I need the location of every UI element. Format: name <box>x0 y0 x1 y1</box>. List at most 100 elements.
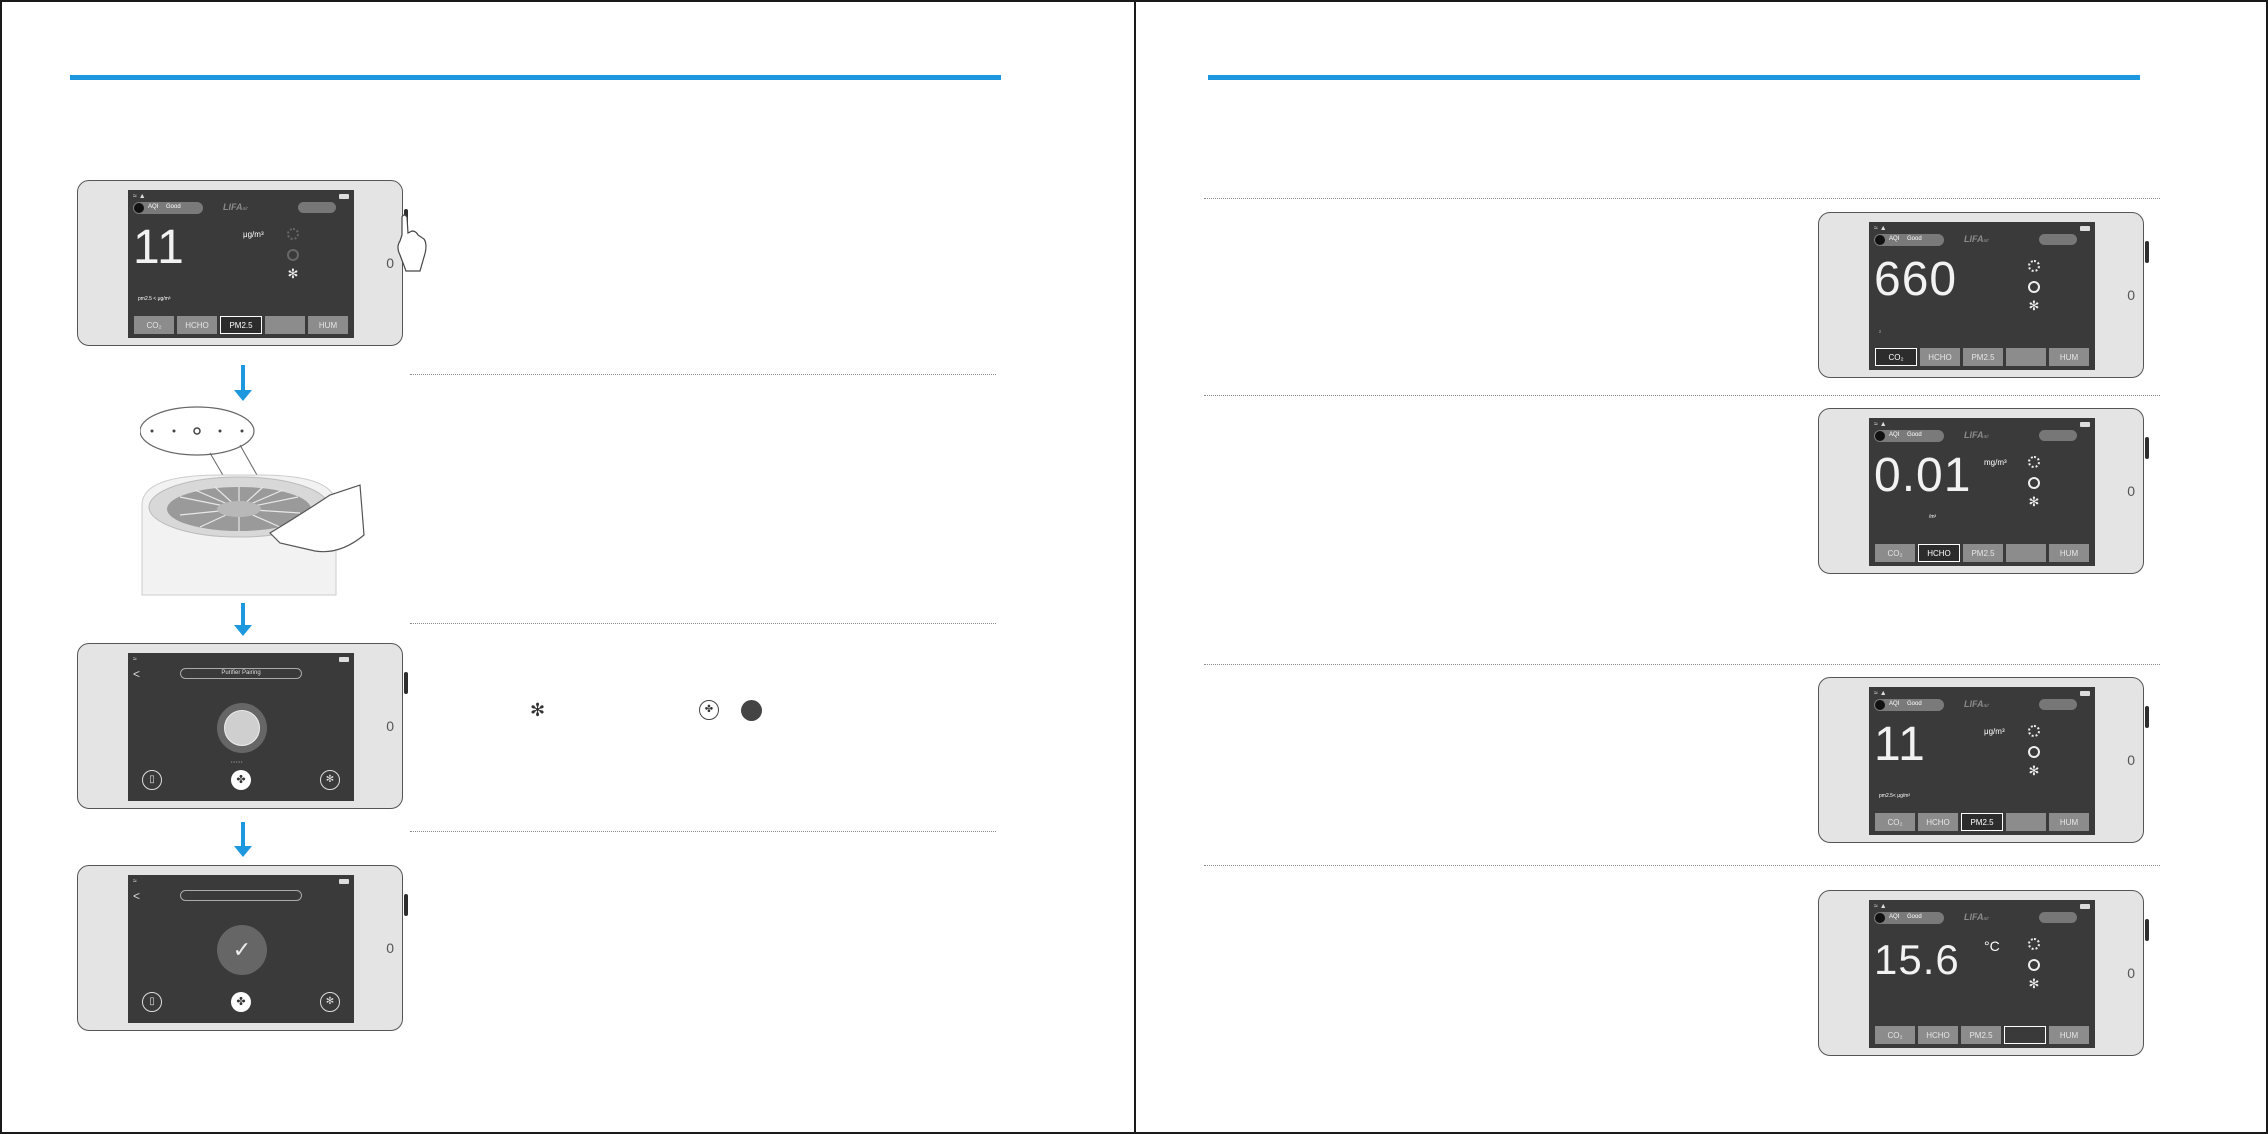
home-marker: 0 <box>386 718 394 734</box>
aqi-status: Good <box>1907 701 1922 707</box>
gear-icon[interactable]: ✻ <box>2028 977 2040 990</box>
menu-pill-button[interactable] <box>2039 912 2077 923</box>
reading-value: 11 <box>1874 718 1926 771</box>
tab-co2[interactable]: CO₂ <box>1875 348 1917 366</box>
tab-pm25[interactable]: PM2.5 <box>1963 544 2003 562</box>
battery-icon <box>339 194 349 199</box>
menu-pill-button[interactable] <box>2039 699 2077 710</box>
sensor-tabs: CO₂ HCHO PM2.5 HUM <box>1875 348 2089 366</box>
aqi-indicator: AQI Good <box>1874 912 1944 924</box>
purifier-illustration <box>140 406 365 596</box>
tab-temp[interactable] <box>2004 1026 2046 1044</box>
battery-icon <box>2080 691 2090 696</box>
aqi-label: AQI <box>1889 432 1900 438</box>
tab-pm25[interactable]: PM2.5 <box>1961 813 2003 831</box>
aqi-dot-icon <box>134 203 144 213</box>
brand-logo: LIFAair <box>1964 234 1990 244</box>
tab-pm25[interactable]: PM2.5 <box>220 316 262 334</box>
fan-icon[interactable]: ✤ <box>231 992 251 1012</box>
tab-hcho[interactable]: HCHO <box>1918 813 1958 831</box>
aqi-status: Good <box>166 204 181 210</box>
gear-icon[interactable]: ✻ <box>2028 764 2040 777</box>
pair-button[interactable] <box>217 703 267 753</box>
app-screen: ≈ ▲ AQI Good LIFAair 11 μg/m³ pm2.5 < μg… <box>128 190 354 338</box>
phone-icon[interactable]: ▯ <box>142 770 162 790</box>
tab-co2[interactable]: CO₂ <box>134 316 174 334</box>
wifi-icon: ≈ ▲ <box>1874 903 1887 910</box>
home-marker: 0 <box>386 255 394 271</box>
gear-icon[interactable]: ✻ <box>2028 299 2040 312</box>
tab-hcho[interactable]: HCHO <box>1918 544 1960 562</box>
tab-temp[interactable] <box>2006 348 2046 366</box>
aqi-dot-icon <box>1875 431 1885 441</box>
wifi-icon: ≈ <box>133 878 137 885</box>
ring-icon <box>2028 959 2040 971</box>
check-icon: ✓ <box>232 937 252 962</box>
back-button[interactable]: < <box>133 667 140 681</box>
tab-co2[interactable]: CO₂ <box>1875 1026 1915 1044</box>
aqi-dot-icon <box>1875 235 1885 245</box>
loading-icon <box>287 228 299 240</box>
tab-temp[interactable] <box>2006 813 2046 831</box>
reading-sublabel: /m³ <box>1929 514 1937 520</box>
tab-temp[interactable] <box>2006 544 2046 562</box>
brand-logo: LIFAair <box>1964 699 1990 709</box>
tab-pm25[interactable]: PM2.5 <box>1963 348 2003 366</box>
phone-step3: 0 ≈ < Purifier Pairing • • • • • ▯ ✤ ✻ <box>77 643 408 809</box>
menu-pill-button[interactable] <box>298 202 336 213</box>
gear-icon[interactable]: ✻ <box>320 770 340 790</box>
right-accent-bar <box>1208 75 2140 80</box>
gear-icon[interactable]: ✻ <box>2028 495 2040 508</box>
aqi-status: Good <box>1907 236 1922 242</box>
aqi-label: AQI <box>148 204 159 210</box>
phone-side-button <box>404 894 408 916</box>
aqi-indicator: AQI Good <box>1874 430 1944 442</box>
sensor-tabs: CO₂ HCHO PM2.5 HUM <box>1875 813 2089 831</box>
tab-hum[interactable]: HUM <box>308 316 348 334</box>
ring-icon <box>2028 477 2040 489</box>
gear-icon[interactable]: ✻ <box>320 992 340 1012</box>
divider <box>410 374 996 375</box>
tab-temp[interactable] <box>265 316 305 334</box>
phone-hcho: 0 ≈ ▲ AQI Good LIFAair 0.01 mg/m³ /m³ ✻ … <box>1818 408 2149 574</box>
wifi-icon: ≈ ▲ <box>1874 421 1887 428</box>
tab-pm25[interactable]: PM2.5 <box>1961 1026 2001 1044</box>
battery-icon <box>339 657 349 662</box>
reading-sublabel: ₂ <box>1879 328 1881 334</box>
tab-hum[interactable]: HUM <box>2049 544 2089 562</box>
phone-co2: 0 ≈ ▲ AQI Good LIFAair 660 ₂ ✻ CO₂ HCHO … <box>1818 212 2149 378</box>
phone-side-button <box>2145 919 2149 941</box>
tab-co2[interactable]: CO₂ <box>1875 544 1915 562</box>
gear-icon: ✻ <box>530 700 546 720</box>
gear-icon[interactable]: ✻ <box>287 267 299 280</box>
tab-co2[interactable]: CO₂ <box>1875 813 1915 831</box>
tab-hum[interactable]: HUM <box>2049 348 2089 366</box>
tab-hcho[interactable]: HCHO <box>177 316 217 334</box>
paired-check-button[interactable]: ✓ <box>217 925 267 975</box>
co2-screen: ≈ ▲ AQI Good LIFAair 660 ₂ ✻ CO₂ HCHO PM… <box>1869 222 2095 370</box>
left-accent-bar <box>70 75 1001 80</box>
brand-logo: LIFAair <box>1964 912 1990 922</box>
tab-hcho[interactable]: HCHO <box>1920 348 1960 366</box>
tab-hcho[interactable]: HCHO <box>1918 1026 1958 1044</box>
ring-icon <box>2028 746 2040 758</box>
battery-icon <box>2080 422 2090 427</box>
aqi-status: Good <box>1907 914 1922 920</box>
phone-icon[interactable]: ▯ <box>142 992 162 1012</box>
phone-side-button <box>2145 706 2149 728</box>
ring-icon <box>287 249 299 261</box>
phone-temp: 0 ≈ ▲ AQI Good LIFAair 15.6 °C ✻ CO₂ HCH… <box>1818 890 2149 1056</box>
pair-button-inner <box>224 710 260 746</box>
aqi-label: AQI <box>1889 914 1900 920</box>
tab-hum[interactable]: HUM <box>2049 1026 2089 1044</box>
phone-step4: 0 ≈ < ✓ ▯ ✤ ✻ <box>77 865 408 1031</box>
tab-hum[interactable]: HUM <box>2049 813 2089 831</box>
down-arrow-icon <box>234 603 252 636</box>
aqi-label: AQI <box>1889 236 1900 242</box>
reading-value: 0.01 <box>1874 449 1972 502</box>
fan-icon[interactable]: ✤ <box>231 770 251 790</box>
menu-pill-button[interactable] <box>2039 430 2077 441</box>
aqi-dot-icon <box>1875 700 1885 710</box>
menu-pill-button[interactable] <box>2039 234 2077 245</box>
back-button[interactable]: < <box>133 889 140 903</box>
